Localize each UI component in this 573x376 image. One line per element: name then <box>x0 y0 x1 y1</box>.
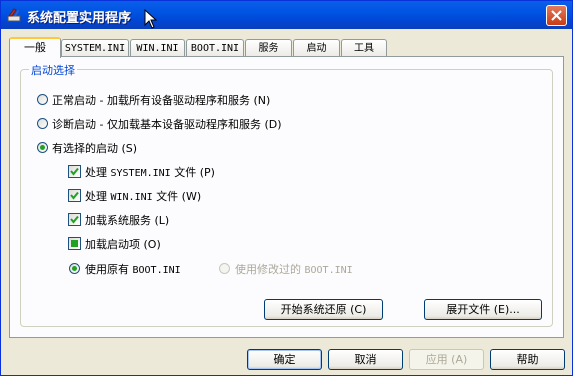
title-bar[interactable]: 系统配置实用程序 <box>1 1 572 29</box>
msconfig-icon <box>7 8 21 22</box>
window-title: 系统配置实用程序 <box>27 11 132 26</box>
selective-startup-radio[interactable] <box>37 142 48 153</box>
load-startup-items-checkbox[interactable] <box>68 237 81 250</box>
load-startup-items-label[interactable]: 加载启动项 (O) <box>85 236 161 252</box>
diagnostic-startup-radio[interactable] <box>37 118 48 129</box>
use-original-boot-ini-label[interactable]: 使用原有 BOOT.INI <box>85 261 181 277</box>
process-win-ini-checkbox[interactable] <box>68 189 81 202</box>
label-prefix: 处理 <box>85 190 107 203</box>
process-win-ini-label[interactable]: 处理 WIN.INI 文件 (W) <box>85 188 201 204</box>
start-system-restore-button[interactable]: 开始系统还原 (C) <box>264 299 383 320</box>
file-name: BOOT.INI <box>304 265 353 276</box>
system-config-window: 系统配置实用程序 一般 SYSTEM.INI WIN.INI BOOT.INI … <box>0 0 573 376</box>
label-suffix: 文件 (W) <box>156 190 202 203</box>
use-modified-boot-ini-label[interactable]: 使用修改过的 BOOT.INI <box>235 261 353 277</box>
file-name: WIN.INI <box>110 192 153 203</box>
label-suffix: 文件 (P) <box>174 166 215 179</box>
tab-general[interactable]: 一般 <box>9 37 61 58</box>
load-services-label[interactable]: 加载系统服务 (L) <box>85 212 169 228</box>
tab-services[interactable]: 服务 <box>245 39 292 56</box>
tab-boot-ini[interactable]: BOOT.INI <box>186 39 244 56</box>
general-tab-panel: 启动选择 正常启动 - 加载所有设备驱动程序和服务 (N) 诊断启动 - 仅加载… <box>9 56 564 338</box>
checkmark-icon <box>70 167 79 176</box>
group-title: 启动选择 <box>29 62 77 78</box>
apply-button[interactable]: 应用 (A) <box>409 349 484 370</box>
label-prefix: 使用原有 <box>85 263 129 276</box>
ok-button[interactable]: 确定 <box>247 349 322 370</box>
checkmark-icon <box>70 215 79 224</box>
indeterminate-fill <box>71 240 78 247</box>
load-services-checkbox[interactable] <box>68 213 81 226</box>
selective-startup-label[interactable]: 有选择的启动 (S) <box>52 140 137 156</box>
use-modified-boot-ini-radio[interactable] <box>219 263 230 274</box>
mouse-cursor-icon <box>144 9 157 29</box>
cancel-button[interactable]: 取消 <box>328 349 403 370</box>
label-prefix: 处理 <box>85 166 107 179</box>
tab-startup[interactable]: 启动 <box>293 39 340 56</box>
label-prefix: 使用修改过的 <box>235 263 301 276</box>
tab-system-ini[interactable]: SYSTEM.INI <box>61 39 129 56</box>
checkmark-icon <box>70 191 79 200</box>
radio-selected-dot <box>40 145 45 150</box>
normal-startup-label[interactable]: 正常启动 - 加载所有设备驱动程序和服务 (N) <box>52 92 270 108</box>
startup-selection-group: 启动选择 正常启动 - 加载所有设备驱动程序和服务 (N) 诊断启动 - 仅加载… <box>20 62 553 327</box>
file-name: BOOT.INI <box>132 265 181 276</box>
close-button[interactable] <box>546 5 567 26</box>
file-name: SYSTEM.INI <box>110 168 171 179</box>
close-icon <box>551 10 562 21</box>
help-button[interactable]: 帮助 <box>490 349 565 370</box>
tab-tools[interactable]: 工具 <box>341 39 387 56</box>
diagnostic-startup-label[interactable]: 诊断启动 - 仅加载基本设备驱动程序和服务 (D) <box>52 116 282 132</box>
process-system-ini-checkbox[interactable] <box>68 165 81 178</box>
process-system-ini-label[interactable]: 处理 SYSTEM.INI 文件 (P) <box>85 164 215 180</box>
normal-startup-radio[interactable] <box>37 94 48 105</box>
radio-selected-dot <box>72 266 77 271</box>
tab-win-ini[interactable]: WIN.INI <box>130 39 185 56</box>
use-original-boot-ini-radio[interactable] <box>69 263 80 274</box>
expand-file-button[interactable]: 展开文件 (E)... <box>424 299 542 320</box>
